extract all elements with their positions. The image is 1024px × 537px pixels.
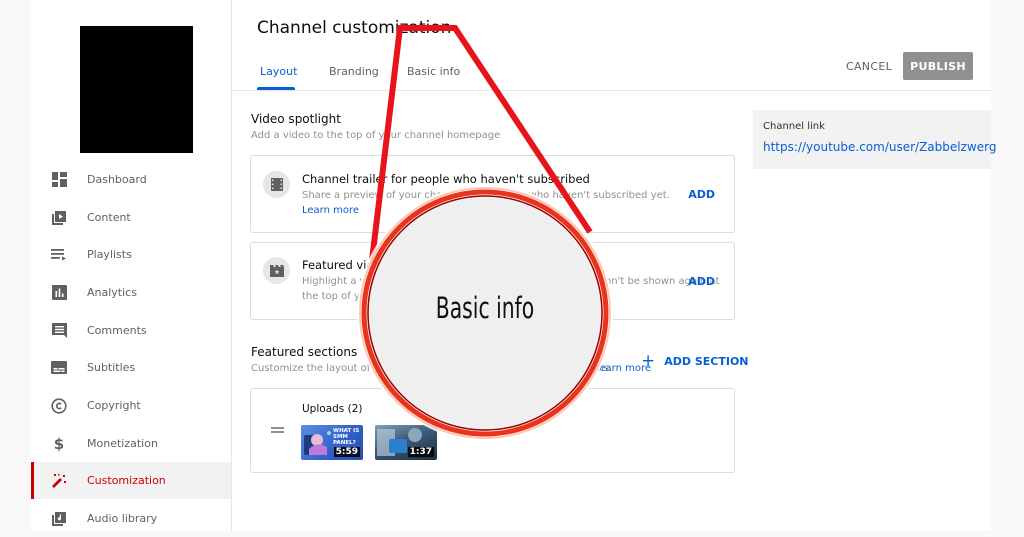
audio-library-icon <box>51 511 67 527</box>
dollar-icon: $ <box>53 434 65 453</box>
plus-icon: + <box>641 351 656 371</box>
channel-link-label: Channel link <box>763 121 825 132</box>
add-trailer-button[interactable]: ADD <box>688 188 715 201</box>
sidebar-item-audio-library[interactable]: Audio library <box>31 500 231 537</box>
film-icon <box>263 171 290 198</box>
sidebar-item-copyright[interactable]: Copyright <box>31 387 231 424</box>
uploads-title: Uploads (2) <box>302 403 363 415</box>
sidebar-item-content[interactable]: Content <box>31 199 231 236</box>
sidebar-item-label: Dashboard <box>87 173 147 186</box>
card-description: Share a preview of your channel with peo… <box>302 190 670 201</box>
publish-button[interactable]: PUBLISH <box>903 52 973 80</box>
sidebar-item-monetization[interactable]: $ Monetization <box>31 425 231 462</box>
sidebar-item-playlists[interactable]: Playlists <box>31 236 231 273</box>
channel-link-panel: Channel link https://youtube.com/user/Za… <box>753 110 996 169</box>
sidebar: Dashboard Content Playlists Analytics Co… <box>31 0 232 531</box>
sidebar-item-subtitles[interactable]: Subtitles <box>31 349 231 386</box>
page-title: Channel customization <box>257 18 452 38</box>
sidebar-item-label: Comments <box>87 324 147 337</box>
magic-wand-icon <box>51 473 67 489</box>
video-spotlight-title: Video spotlight <box>251 112 341 126</box>
sidebar-item-label: Analytics <box>87 286 137 299</box>
sidebar-item-label: Copyright <box>87 399 141 412</box>
sidebar-item-label: Monetization <box>87 437 158 450</box>
featured-sections-title: Featured sections <box>251 345 358 359</box>
video-thumbnail[interactable]: WHAT IS SMM PANEL? 5:59 <box>301 425 363 460</box>
add-section-button[interactable]: + ADD SECTION <box>641 353 749 370</box>
magnified-tab-label: Basic info <box>435 291 535 325</box>
add-section-label: ADD SECTION <box>664 355 749 368</box>
card-title: Featured video for returning subscribers <box>302 258 534 272</box>
sidebar-item-label: Customization <box>87 474 166 487</box>
sidebar-item-customization[interactable]: Customization <box>31 462 231 499</box>
sidebar-item-comments[interactable]: Comments <box>31 312 231 349</box>
channel-link-url[interactable]: https://youtube.com/user/Zabbelzwerg <box>763 140 996 154</box>
playlists-icon <box>51 247 67 263</box>
card-description: Highlight a video for your subscribers t… <box>302 276 720 287</box>
tab-layout[interactable]: Layout <box>260 65 297 78</box>
sidebar-item-label: Subtitles <box>87 361 136 374</box>
tab-branding[interactable]: Branding <box>329 65 379 78</box>
comments-icon <box>51 322 67 339</box>
video-duration: 5:59 <box>333 447 360 457</box>
featured-video-icon <box>263 257 290 284</box>
drag-handle-icon[interactable] <box>271 427 284 433</box>
channel-trailer-card: Channel trailer for people who haven't s… <box>250 155 735 233</box>
sidebar-item-analytics[interactable]: Analytics <box>31 274 231 311</box>
copyright-icon <box>51 397 67 414</box>
subtitles-icon <box>51 360 67 376</box>
learn-more-link[interactable]: Learn more <box>302 205 359 216</box>
featured-sections-subtitle: Customize the layout of your channel hom… <box>251 363 613 374</box>
sidebar-item-label: Content <box>87 211 131 224</box>
tab-basic-info[interactable]: Basic info <box>407 65 460 78</box>
dashboard-icon <box>51 172 67 188</box>
sidebar-item-dashboard[interactable]: Dashboard <box>31 161 231 198</box>
sidebar-item-label: Audio library <box>87 512 158 525</box>
card-title: Channel trailer for people who haven't s… <box>302 172 590 186</box>
channel-avatar[interactable] <box>80 26 193 153</box>
video-thumbnail[interactable]: 1:37 <box>375 425 437 460</box>
analytics-icon <box>51 285 67 301</box>
content-icon <box>51 210 67 226</box>
header-divider <box>232 90 991 91</box>
video-duration: 1:37 <box>407 447 434 457</box>
thumbnail-text: WHAT IS SMM PANEL? <box>333 428 360 446</box>
video-spotlight-subtitle: Add a video to the top of your channel h… <box>251 130 501 141</box>
sidebar-item-label: Playlists <box>87 248 132 261</box>
cancel-button[interactable]: CANCEL <box>840 52 898 80</box>
add-featured-video-button[interactable]: ADD <box>688 275 715 288</box>
